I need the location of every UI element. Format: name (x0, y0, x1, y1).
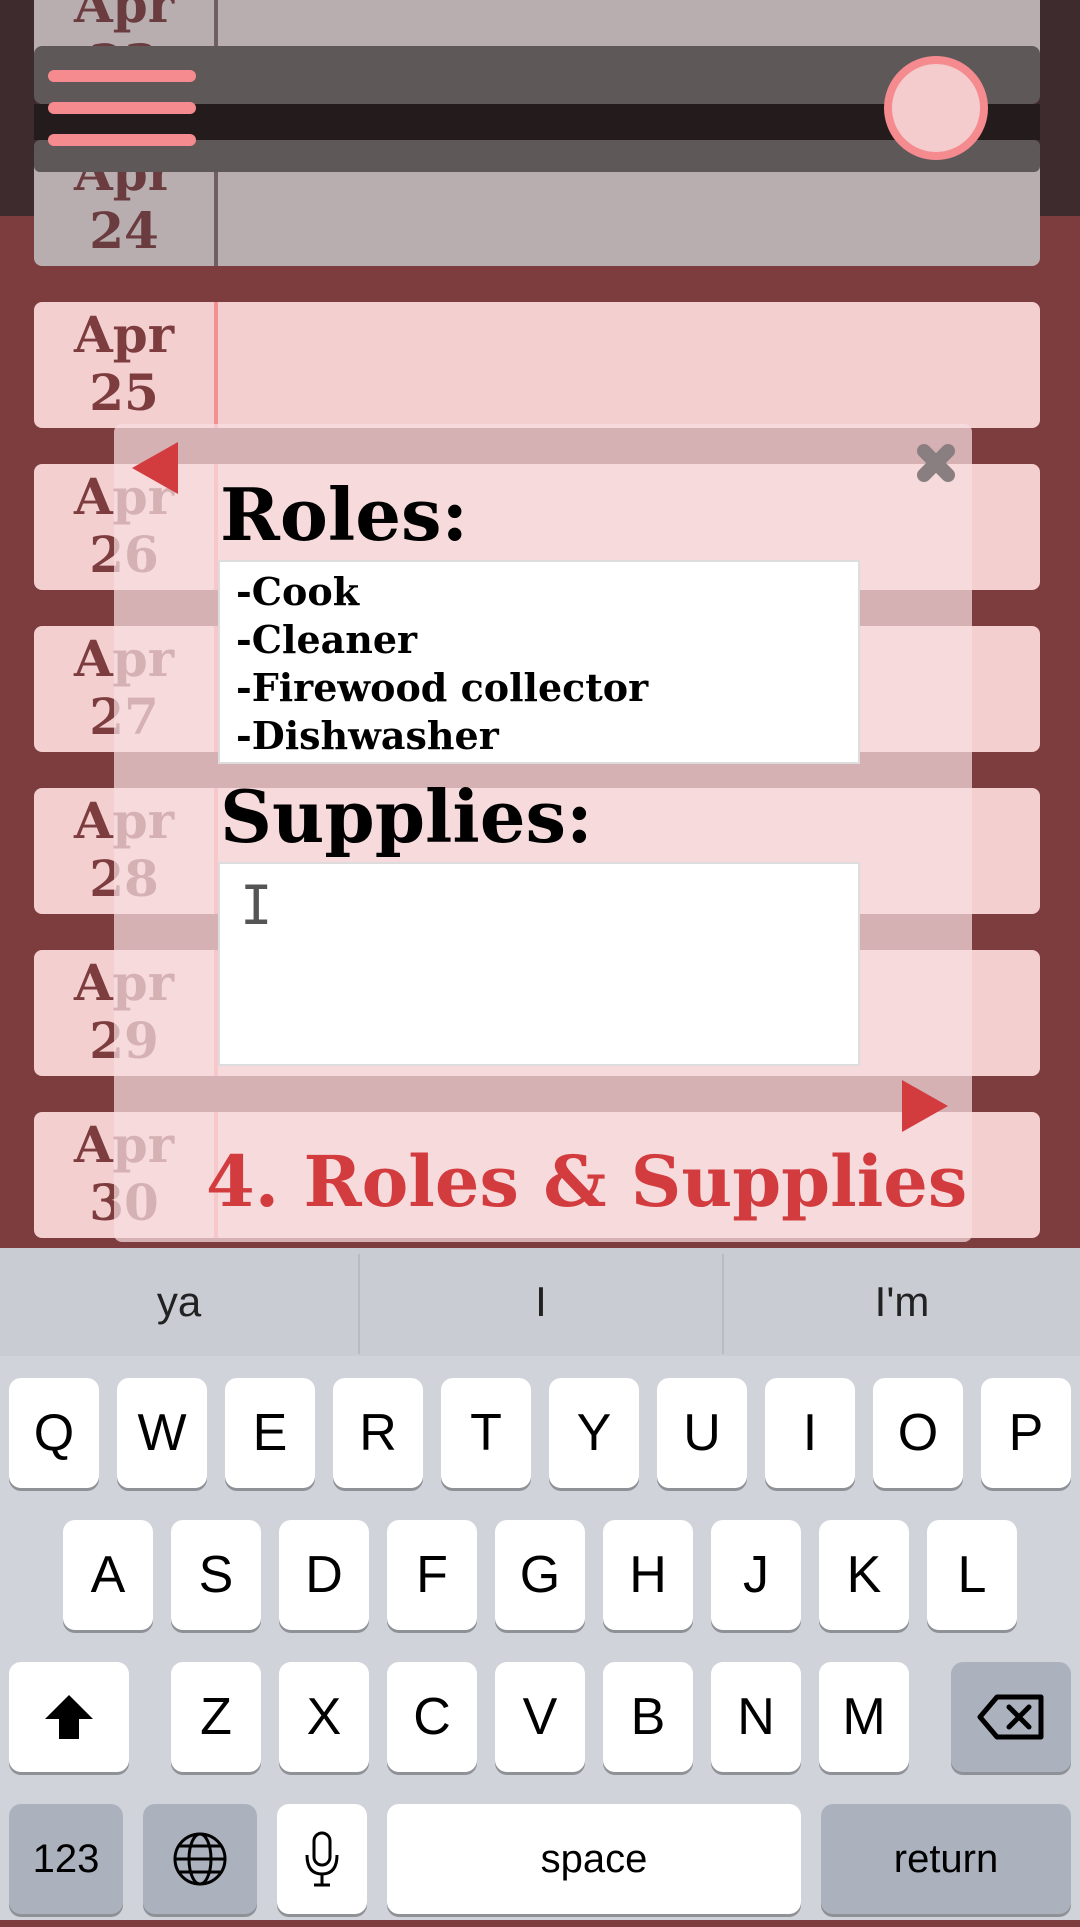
key-j[interactable]: J (711, 1520, 801, 1630)
suggestion-bar: ya I I'm (0, 1248, 1080, 1356)
key-z[interactable]: Z (171, 1662, 261, 1772)
close-icon[interactable] (908, 434, 964, 490)
key-d[interactable]: D (279, 1520, 369, 1630)
shift-icon[interactable] (9, 1662, 129, 1772)
key-a[interactable]: A (63, 1520, 153, 1630)
key-e[interactable]: E (225, 1378, 315, 1488)
key-m[interactable]: M (819, 1662, 909, 1772)
key-b[interactable]: B (603, 1662, 693, 1772)
key-r[interactable]: R (333, 1378, 423, 1488)
globe-icon[interactable] (143, 1804, 257, 1914)
day-divider (214, 302, 218, 428)
day-date: Apr 25 (73, 305, 175, 422)
modal-title: 4. Roles & Supplies (206, 1140, 968, 1223)
supplies-textarea[interactable]: I (218, 862, 860, 1066)
key-p[interactable]: P (981, 1378, 1071, 1488)
key-c[interactable]: C (387, 1662, 477, 1772)
key-k[interactable]: K (819, 1520, 909, 1630)
supplies-label: Supplies: (220, 774, 593, 859)
key-y[interactable]: Y (549, 1378, 639, 1488)
day-row-apr-25[interactable]: Apr 25 (34, 302, 1040, 428)
key-s[interactable]: S (171, 1520, 261, 1630)
key-n[interactable]: N (711, 1662, 801, 1772)
profile-circle-icon[interactable] (884, 56, 988, 160)
key-f[interactable]: F (387, 1520, 477, 1630)
microphone-icon[interactable] (277, 1804, 367, 1914)
suggestion-2[interactable]: I (360, 1248, 722, 1356)
key-t[interactable]: T (441, 1378, 531, 1488)
space-key[interactable]: space (387, 1804, 801, 1914)
keyboard: ya I I'm Q W E R T Y U I O P A S D F G H… (0, 1248, 1080, 1920)
key-x[interactable]: X (279, 1662, 369, 1772)
key-v[interactable]: V (495, 1662, 585, 1772)
backspace-icon[interactable] (951, 1662, 1071, 1772)
roles-label: Roles: (220, 472, 469, 557)
key-i[interactable]: I (765, 1378, 855, 1488)
hamburger-menu-icon[interactable] (48, 66, 196, 148)
key-w[interactable]: W (117, 1378, 207, 1488)
key-u[interactable]: U (657, 1378, 747, 1488)
key-g[interactable]: G (495, 1520, 585, 1630)
numbers-key[interactable]: 123 (9, 1804, 123, 1914)
key-o[interactable]: O (873, 1378, 963, 1488)
arrow-right-icon[interactable] (902, 1080, 948, 1132)
arrow-left-icon[interactable] (132, 442, 178, 494)
return-key[interactable]: return (821, 1804, 1071, 1914)
key-l[interactable]: L (927, 1520, 1017, 1630)
suggestion-1[interactable]: ya (0, 1248, 358, 1356)
suggestion-3[interactable]: I'm (724, 1248, 1080, 1356)
roles-text: -Cook -Cleaner -Firewood collector -Dish… (236, 569, 649, 758)
key-h[interactable]: H (603, 1520, 693, 1630)
key-q[interactable]: Q (9, 1378, 99, 1488)
roles-textarea[interactable]: -Cook -Cleaner -Firewood collector -Dish… (218, 560, 860, 764)
text-cursor-icon: I (240, 874, 273, 937)
